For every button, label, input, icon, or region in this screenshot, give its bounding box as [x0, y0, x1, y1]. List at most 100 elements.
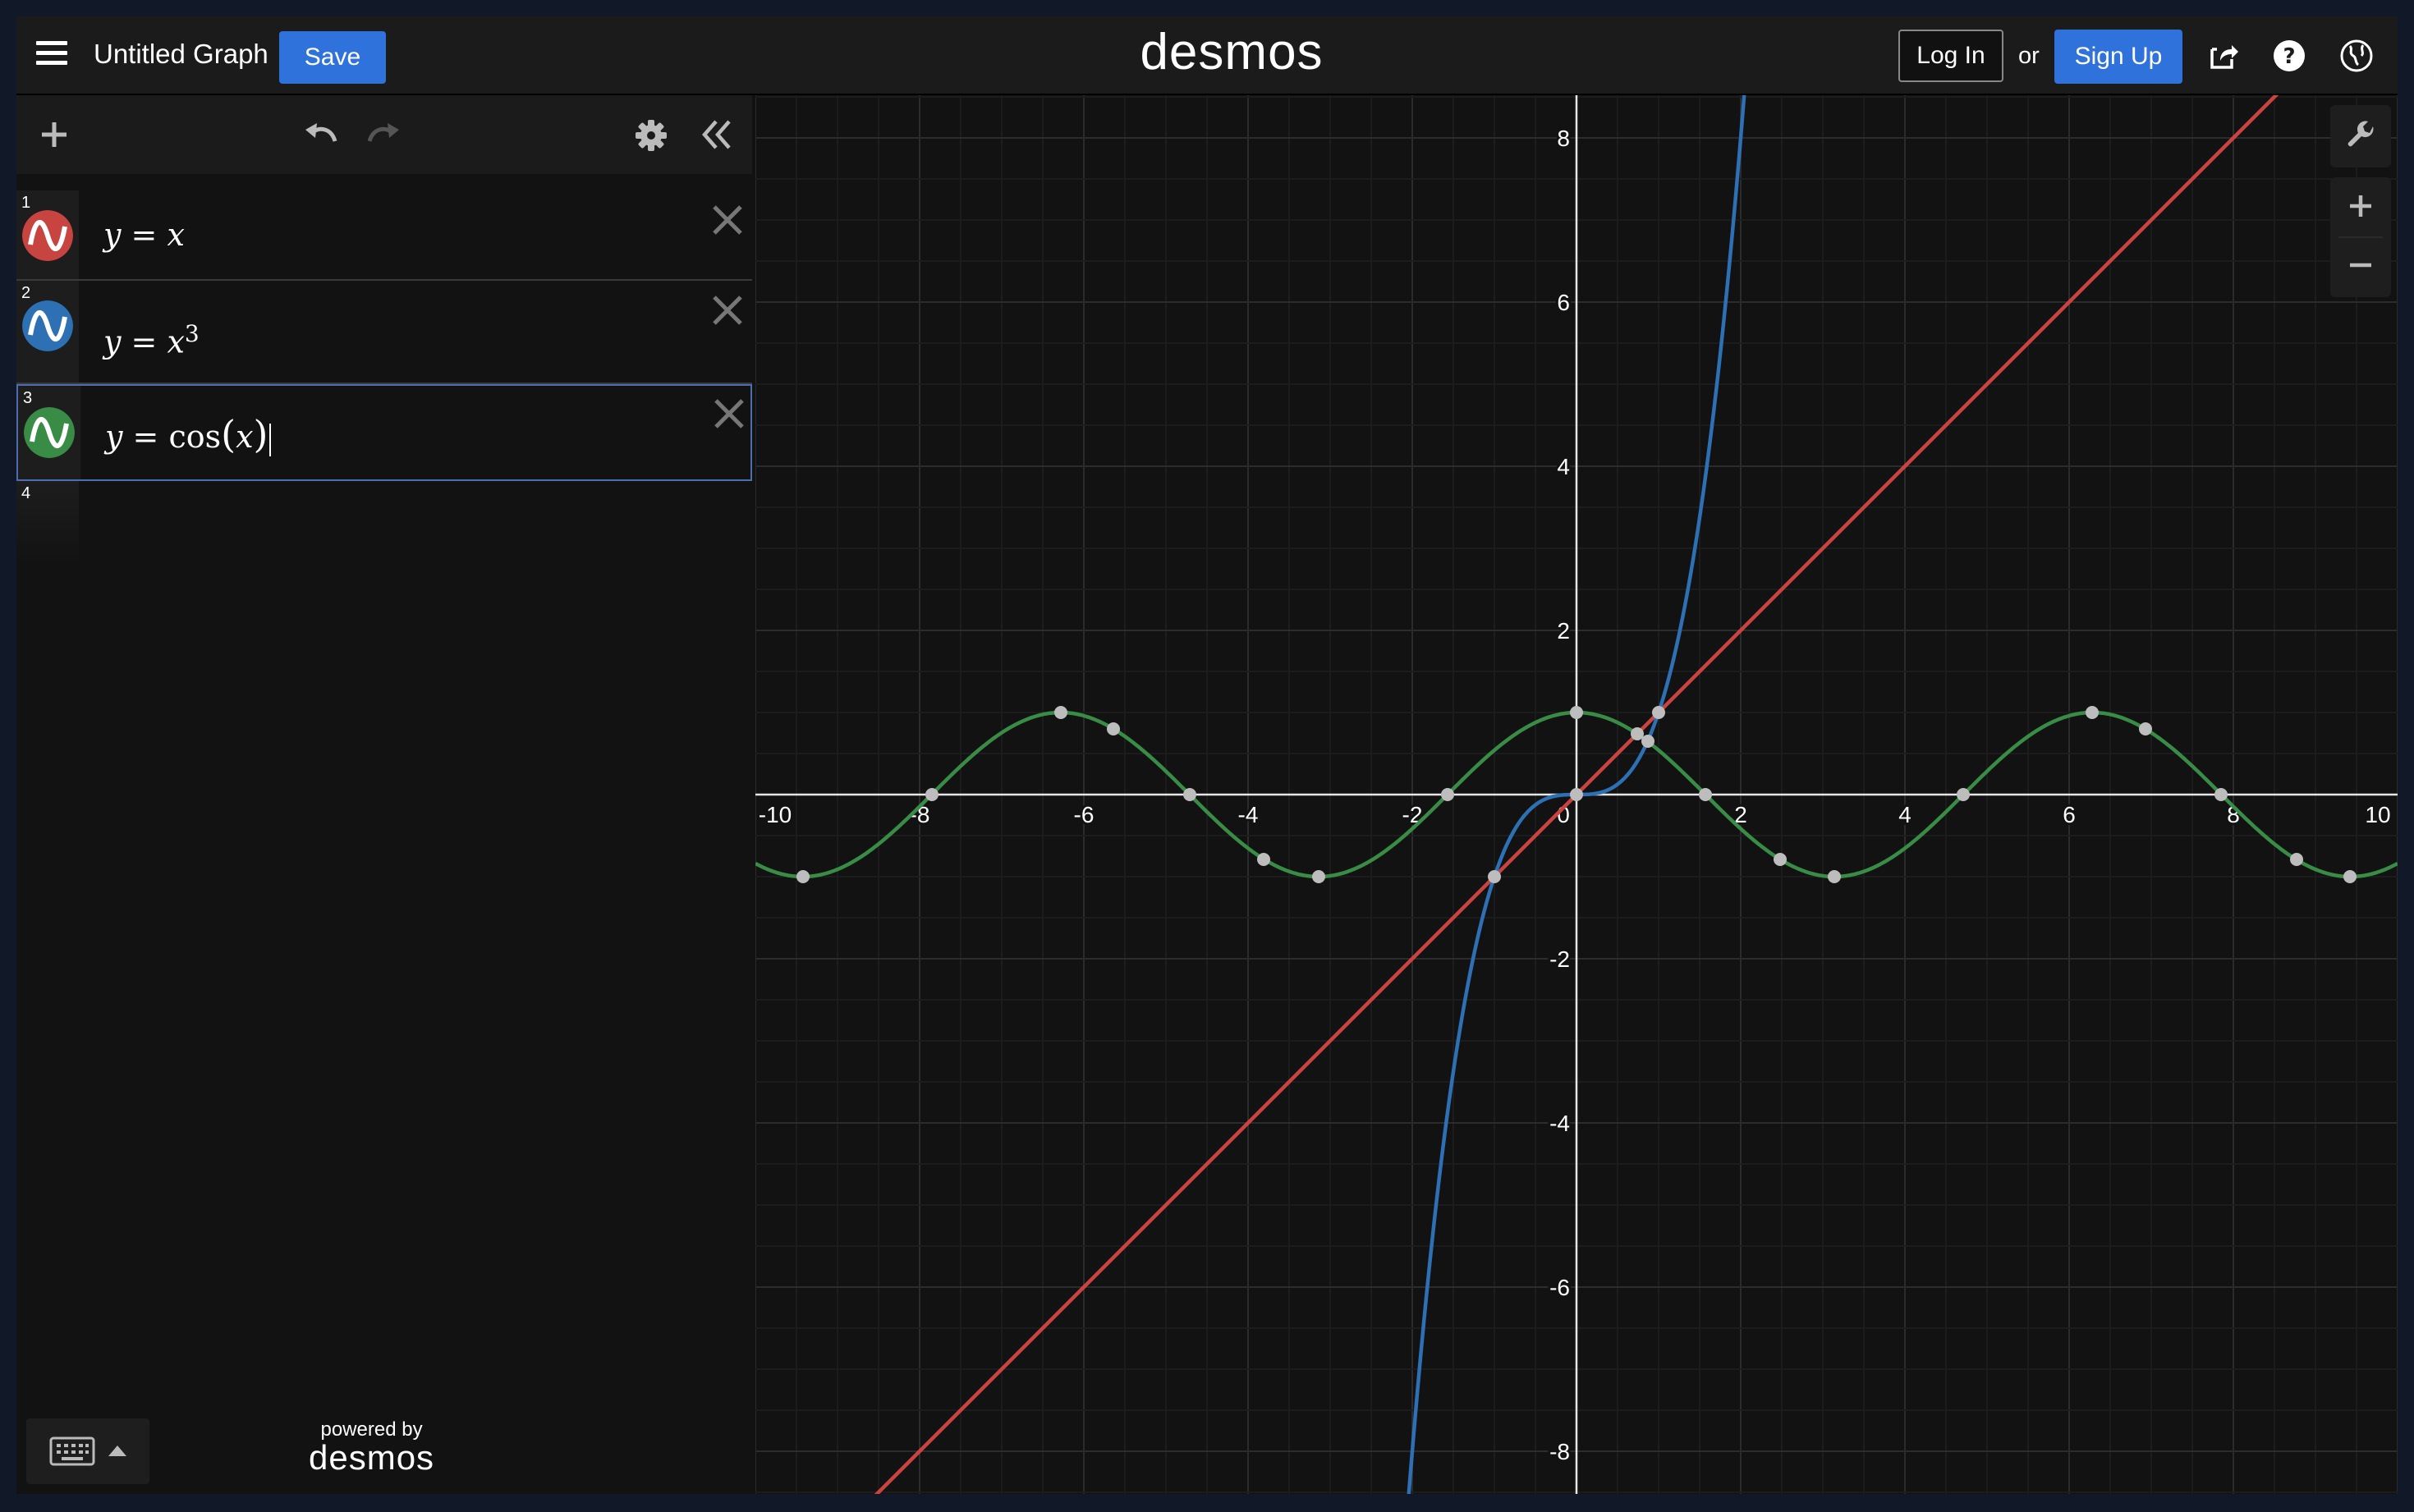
delete-expression-icon[interactable] [711, 204, 744, 236]
point-of-interest [1957, 788, 1970, 801]
top-header: Untitled Graph Save desmos Log In or Sig… [16, 16, 2398, 95]
delete-expression-icon[interactable] [711, 294, 744, 327]
math-token: x [167, 323, 185, 360]
math-token: = [121, 323, 168, 360]
expression-index: 4 [21, 484, 31, 502]
log-in-button[interactable]: Log In [1898, 30, 2003, 82]
zoom-out-icon[interactable] [2348, 253, 2373, 277]
point-of-interest [2086, 706, 2099, 719]
math-token: ( [221, 412, 236, 456]
wrench-icon [2347, 121, 2374, 147]
x-tick-label: -4 [1238, 802, 1259, 827]
point-of-interest [1257, 853, 1270, 866]
point-of-interest [1054, 706, 1067, 719]
desmos-logo: desmos [1140, 24, 1324, 80]
expression-gutter: 1 [16, 190, 79, 279]
point-of-interest [1107, 722, 1120, 735]
y-tick-label: 2 [1557, 618, 1570, 644]
point-of-interest [1183, 788, 1196, 801]
language-globe-icon[interactable] [2338, 38, 2375, 74]
x-tick-label: 4 [1898, 802, 1911, 827]
graph-paper[interactable]: -10 -8 -6 -4 -2 0 2 4 6 8 10 8 6 4 2 -2 -4 -6 -8 [755, 95, 2398, 1494]
point-of-interest [1652, 706, 1665, 719]
point-of-interest [1312, 870, 1325, 883]
collapse-panel-icon[interactable] [698, 118, 734, 151]
point-of-interest [2290, 853, 2303, 866]
expression-panel: 1 y = x 2 y = x3 3 y = cos(x) 4 powered … [16, 95, 752, 1494]
point-of-interest [2139, 722, 2152, 735]
y-tick-label: -8 [1549, 1439, 1570, 1464]
expression-index: 1 [21, 194, 31, 212]
expression-gutter: 4 [16, 481, 79, 565]
y-tick-label: -4 [1549, 1111, 1570, 1136]
point-of-interest [1441, 788, 1454, 801]
y-tick-label: 6 [1557, 290, 1570, 315]
y-tick-label: 8 [1557, 126, 1570, 151]
math-field[interactable]: y = cos(x) [105, 412, 272, 456]
x-tick-label: 6 [2063, 802, 2076, 827]
math-token: x [236, 419, 254, 455]
point-of-interest [1570, 788, 1583, 801]
math-field[interactable]: y = x3 [103, 320, 200, 360]
x-tick-label: 10 [2365, 802, 2390, 827]
point-of-interest [1488, 870, 1501, 883]
expression-item-1[interactable]: 1 y = x [16, 190, 752, 281]
graph-style-wave-icon[interactable] [24, 407, 75, 458]
share-icon[interactable] [2205, 38, 2242, 74]
point-of-interest [1641, 735, 1654, 748]
expression-item-2[interactable]: 2 y = x3 [16, 281, 752, 384]
math-token: = [121, 217, 168, 253]
y-tick-label: 4 [1557, 454, 1570, 479]
math-token: y [105, 419, 123, 455]
point-of-interest [1774, 853, 1787, 866]
math-token: x [167, 217, 185, 253]
graph-canvas[interactable]: -10 -8 -6 -4 -2 0 2 4 6 8 108642-2-4-6-8 [755, 95, 2398, 1494]
sign-up-button[interactable]: Sign Up [2054, 30, 2182, 84]
keyboard-icon [49, 1436, 95, 1466]
point-of-interest [1570, 706, 1583, 719]
delete-expression-icon[interactable] [713, 397, 746, 430]
point-of-interest [925, 788, 939, 801]
expression-gutter: 3 [18, 386, 80, 479]
redo-icon[interactable] [365, 117, 402, 149]
point-of-interest [1699, 788, 1712, 801]
x-tick-label: -6 [1074, 802, 1095, 827]
help-icon[interactable]: ? [2271, 38, 2307, 74]
math-token: ) [253, 412, 268, 456]
graph-style-wave-icon[interactable] [22, 210, 73, 261]
math-field[interactable]: y = x [103, 217, 185, 253]
point-of-interest [1828, 870, 1841, 883]
math-exponent: 3 [184, 320, 200, 347]
point-of-interest [796, 870, 810, 883]
powered-by-logo: desmos [309, 1438, 435, 1477]
hamburger-menu-icon[interactable] [36, 41, 67, 69]
math-token: y [103, 323, 122, 360]
zoom-in-icon[interactable] [2348, 194, 2373, 218]
expression-toolbar [16, 95, 752, 174]
svg-text:?: ? [2283, 44, 2295, 69]
expression-index: 2 [21, 284, 31, 302]
powered-by-desmos[interactable]: powered by desmos [309, 1418, 434, 1478]
add-item-icon[interactable] [39, 120, 69, 149]
zoom-controls [2330, 177, 2391, 297]
undo-icon[interactable] [302, 117, 340, 149]
graph-title[interactable]: Untitled Graph [94, 39, 268, 70]
or-text: or [2018, 43, 2040, 69]
y-tick-label: -6 [1549, 1275, 1570, 1300]
caret-up-icon [108, 1446, 126, 1456]
settings-gear-icon[interactable] [634, 118, 668, 153]
save-button[interactable]: Save [279, 31, 386, 84]
expression-index: 3 [23, 389, 33, 407]
math-token: y [103, 217, 122, 253]
text-caret [269, 423, 272, 456]
expression-item-4[interactable]: 4 [16, 481, 752, 565]
keypad-toggle-button[interactable] [26, 1418, 149, 1484]
math-token: = cos [122, 419, 222, 455]
y-tick-label: -2 [1549, 946, 1570, 972]
zoom-divider [2338, 236, 2383, 238]
expression-item-3[interactable]: 3 y = cos(x) [16, 384, 752, 481]
graph-style-wave-icon[interactable] [22, 300, 73, 351]
point-of-interest [1631, 727, 1644, 740]
expression-gutter: 2 [16, 281, 79, 383]
graph-settings-button[interactable] [2330, 105, 2391, 167]
